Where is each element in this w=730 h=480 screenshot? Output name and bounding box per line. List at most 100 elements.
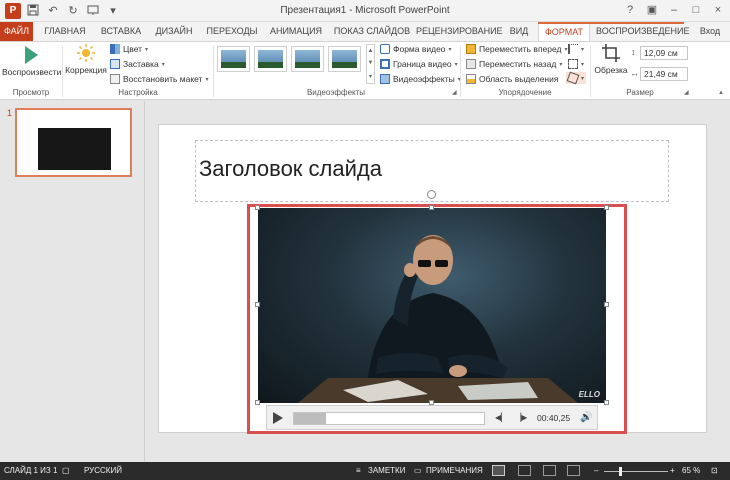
redo-icon[interactable]: ↻ bbox=[66, 4, 80, 18]
resize-handle-top[interactable] bbox=[429, 205, 434, 210]
effects-icon bbox=[380, 74, 390, 84]
step-forward-icon[interactable]: ▕▶ bbox=[515, 413, 527, 422]
resize-handle-left[interactable] bbox=[255, 302, 260, 307]
comments-button[interactable]: ПРИМЕЧАНИЯ bbox=[426, 466, 483, 475]
group-objects-button[interactable]: ▾ bbox=[568, 59, 584, 69]
video-player[interactable]: ELLO bbox=[258, 208, 606, 403]
crop-button[interactable]: Обрезка bbox=[592, 44, 630, 75]
media-controls: ◀▏ ▕▶ 00:40,25 🔊 bbox=[266, 405, 598, 430]
correction-label: Коррекция bbox=[65, 65, 107, 75]
rotate-button[interactable]: ▾ bbox=[566, 71, 587, 85]
video-effects-button[interactable]: Видеоэффекты▾ bbox=[380, 74, 461, 84]
notes-button[interactable]: ЗАМЕТКИ bbox=[368, 466, 405, 475]
selection-pane-button[interactable]: Область выделения bbox=[466, 74, 558, 84]
reset-icon bbox=[110, 74, 120, 84]
correction-button[interactable]: Коррекция bbox=[64, 44, 108, 75]
fit-to-window-icon[interactable]: ⊡ bbox=[711, 466, 718, 475]
playback-time: 00:40,25 bbox=[537, 413, 571, 423]
crop-icon bbox=[602, 44, 620, 62]
group-label-video-styles: Видеоэффекты bbox=[306, 88, 366, 97]
play-icon[interactable] bbox=[273, 412, 283, 424]
collapse-ribbon-button[interactable]: ▲ bbox=[718, 90, 724, 96]
slide-number: 1 bbox=[7, 108, 13, 118]
slide-title[interactable]: Заголовок слайда bbox=[199, 156, 382, 182]
tab-home[interactable]: ГЛАВНАЯ bbox=[40, 22, 90, 41]
restore-button[interactable]: □ bbox=[686, 2, 706, 18]
volume-icon[interactable]: 🔊 bbox=[580, 412, 592, 423]
language-indicator[interactable]: РУССКИЙ bbox=[84, 466, 122, 475]
slideshow-view-icon[interactable] bbox=[567, 465, 580, 476]
color-button[interactable]: Цвет ▾ bbox=[110, 44, 148, 54]
tab-insert[interactable]: ВСТАВКА bbox=[97, 22, 145, 41]
zoom-out-icon[interactable]: – bbox=[594, 466, 598, 475]
zoom-level[interactable]: 65 % bbox=[682, 466, 700, 475]
video-effects-label: Видеоэффекты bbox=[393, 74, 455, 84]
video-styles-dialog-launcher[interactable]: ◢ bbox=[452, 89, 457, 96]
tab-slideshow[interactable]: ПОКАЗ СЛАЙДОВ bbox=[332, 22, 412, 41]
video-style-3[interactable] bbox=[291, 46, 324, 72]
video-style-1[interactable] bbox=[217, 46, 250, 72]
play-preview-button[interactable]: Воспроизвести bbox=[2, 44, 61, 77]
scroll-down-icon[interactable]: ▼ bbox=[368, 60, 374, 66]
save-icon[interactable] bbox=[26, 4, 40, 18]
group-label-size: Размер bbox=[626, 88, 654, 97]
rotation-handle-icon[interactable] bbox=[427, 190, 436, 199]
video-tools-context-bar bbox=[538, 22, 684, 24]
zoom-in-icon[interactable]: + bbox=[670, 466, 675, 475]
play-icon bbox=[24, 46, 38, 64]
gallery-scroll[interactable]: ▲ ▼ ▾ bbox=[366, 44, 375, 84]
height-icon: ↕ bbox=[631, 47, 636, 57]
scroll-up-icon[interactable]: ▲ bbox=[368, 48, 374, 54]
tab-animations[interactable]: АНИМАЦИЯ bbox=[266, 22, 326, 41]
video-style-2[interactable] bbox=[254, 46, 287, 72]
thumbnail-video bbox=[38, 128, 111, 170]
zoom-slider[interactable] bbox=[604, 471, 668, 472]
width-field[interactable]: 21,49 см bbox=[640, 67, 688, 81]
tab-transitions[interactable]: ПЕРЕХОДЫ bbox=[204, 22, 260, 41]
zoom-slider-thumb[interactable] bbox=[619, 467, 622, 476]
crop-label: Обрезка bbox=[594, 65, 628, 75]
tab-format[interactable]: ФОРМАТ bbox=[538, 22, 590, 41]
resize-handle-bottom-left[interactable] bbox=[255, 400, 260, 405]
customize-toolbar-icon[interactable]: ▾ bbox=[106, 4, 120, 18]
video-style-4[interactable] bbox=[328, 46, 361, 72]
undo-icon[interactable]: ↶ bbox=[46, 4, 60, 18]
color-icon bbox=[110, 44, 120, 54]
gallery-more-icon[interactable]: ▾ bbox=[369, 73, 372, 80]
selection-pane-label: Область выделения bbox=[479, 74, 559, 84]
step-back-icon[interactable]: ◀▏ bbox=[495, 413, 507, 422]
normal-view-icon[interactable] bbox=[492, 465, 505, 476]
video-border-button[interactable]: Граница видео ▾ bbox=[380, 59, 458, 69]
resize-handle-right[interactable] bbox=[604, 302, 609, 307]
resize-handle-bottom-right[interactable] bbox=[604, 400, 609, 405]
reset-design-button[interactable]: Восстановить макет ▾ bbox=[110, 74, 209, 84]
reset-design-label: Восстановить макет bbox=[123, 74, 203, 84]
seek-bar[interactable] bbox=[293, 412, 485, 425]
slide-thumbnail[interactable] bbox=[15, 108, 132, 177]
ribbon-display-icon[interactable]: ▣ bbox=[642, 2, 662, 18]
start-slideshow-icon[interactable] bbox=[86, 4, 100, 18]
spellcheck-icon[interactable]: ▢ bbox=[62, 466, 70, 475]
resize-handle-top-left[interactable] bbox=[255, 205, 260, 210]
tab-design[interactable]: ДИЗАЙН bbox=[151, 22, 197, 41]
title-bar: P ↶ ↻ ▾ Презентация1 - Microsoft PowerPo… bbox=[0, 0, 730, 22]
size-dialog-launcher[interactable]: ◢ bbox=[684, 89, 689, 96]
align-button[interactable]: ▾ bbox=[568, 44, 584, 54]
tab-review[interactable]: РЕЦЕНЗИРОВАНИЕ bbox=[416, 22, 503, 41]
video-shape-button[interactable]: Форма видео ▾ bbox=[380, 44, 452, 54]
height-field[interactable]: 12,09 см bbox=[640, 46, 688, 60]
bring-forward-button[interactable]: Переместить вперед ▾ bbox=[466, 44, 568, 54]
minimize-button[interactable]: – bbox=[664, 2, 684, 18]
tab-file[interactable]: ФАЙЛ bbox=[0, 22, 33, 41]
tab-playback[interactable]: ВОСПРОИЗВЕДЕНИЕ bbox=[596, 22, 689, 41]
send-backward-button[interactable]: Переместить назад ▾ bbox=[466, 59, 562, 69]
reading-view-icon[interactable] bbox=[543, 465, 556, 476]
resize-handle-top-right[interactable] bbox=[604, 205, 609, 210]
slide-sorter-view-icon[interactable] bbox=[518, 465, 531, 476]
help-icon[interactable]: ? bbox=[620, 2, 640, 18]
tab-view[interactable]: ВИД bbox=[505, 22, 533, 41]
close-button[interactable]: × bbox=[708, 2, 728, 18]
sign-in-link[interactable]: Вход bbox=[692, 22, 728, 41]
poster-frame-button[interactable]: Заставка ▾ bbox=[110, 59, 165, 69]
send-backward-label: Переместить назад bbox=[479, 59, 557, 69]
